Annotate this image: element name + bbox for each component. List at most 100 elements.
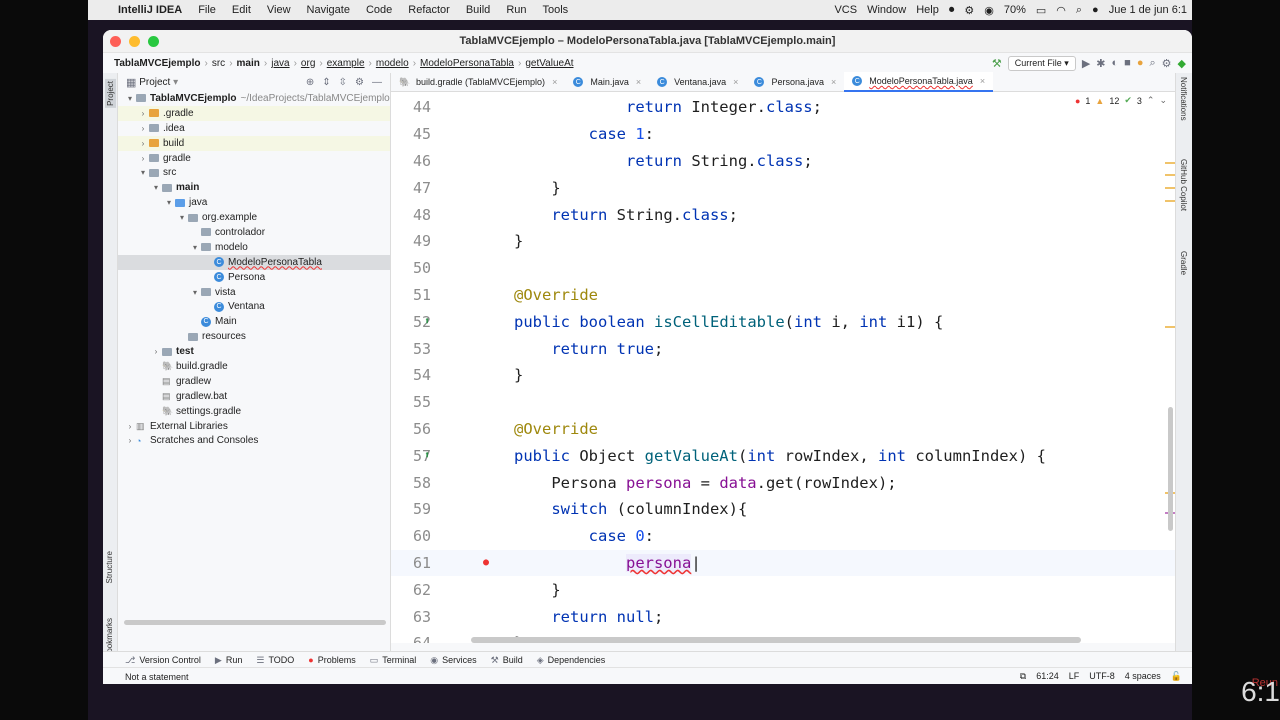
breadcrumb-src[interactable]: src: [209, 58, 228, 69]
line-number[interactable]: 61: [391, 554, 431, 572]
app-menu[interactable]: IntelliJ IDEA: [110, 4, 190, 16]
hide-panel-icon[interactable]: —: [372, 77, 382, 88]
menu-edit[interactable]: Edit: [224, 4, 259, 16]
tool-window-button[interactable]: ▶ Run: [215, 655, 242, 666]
chevron-down-icon[interactable]: ▾: [176, 213, 188, 222]
battery-icon[interactable]: ▭: [1031, 4, 1051, 17]
line-number[interactable]: 64: [391, 634, 431, 643]
line-number[interactable]: 47: [391, 179, 431, 197]
code-line[interactable]: 48 return String.class;: [391, 201, 1175, 228]
chevron-down-icon[interactable]: ▾: [189, 243, 201, 252]
tree-row[interactable]: › .gradle: [118, 105, 390, 121]
code-line[interactable]: 57 ⬆ public Object getValueAt(int rowIndex…: [391, 442, 1175, 469]
code-line[interactable]: 56 @Override: [391, 416, 1175, 443]
update-icon[interactable]: ●: [1137, 57, 1144, 69]
run-config-select[interactable]: Current File ▾: [1007, 55, 1076, 71]
code-line[interactable]: 44 return Integer.class;: [391, 94, 1175, 121]
line-number[interactable]: 48: [391, 206, 431, 224]
tool-window-button[interactable]: ◉ Services: [430, 655, 476, 666]
tree-row[interactable]: › ▥ External Libraries: [118, 419, 390, 434]
menu-window[interactable]: Window: [862, 4, 911, 16]
caret-position[interactable]: 61:24: [1036, 671, 1059, 682]
code-line[interactable]: 51 @Override: [391, 282, 1175, 309]
close-tab-icon[interactable]: ×: [636, 77, 641, 87]
breadcrumb-method[interactable]: getValueAt: [522, 58, 576, 69]
wifi-icon[interactable]: ◠: [1051, 4, 1071, 17]
tree-row[interactable]: › .idea: [118, 121, 390, 136]
breadcrumb-java[interactable]: java: [268, 58, 292, 69]
line-number[interactable]: 58: [391, 474, 431, 492]
tree-row[interactable]: ▾ main: [118, 180, 390, 195]
code-line[interactable]: 52 ⬆ public boolean isCellEditable(int i, …: [391, 308, 1175, 335]
code-editor[interactable]: 44 return Integer.class; 45 case 1: 46 ret…: [391, 92, 1175, 643]
line-number[interactable]: 53: [391, 340, 431, 358]
editor-tab[interactable]: C Main.java ×: [565, 73, 649, 91]
debug-icon[interactable]: ✱: [1096, 57, 1105, 70]
user-icon[interactable]: ◉: [979, 4, 999, 17]
menubar-clock[interactable]: Jue 1 de jun 6:1: [1104, 4, 1192, 16]
chevron-right-icon[interactable]: ›: [124, 436, 136, 445]
chevron-down-icon[interactable]: ▾: [163, 198, 175, 207]
close-tab-icon[interactable]: ×: [733, 77, 738, 87]
chevron-down-icon[interactable]: ▾: [124, 94, 136, 103]
menu-vcs[interactable]: VCS: [829, 4, 862, 16]
chevron-right-icon[interactable]: ›: [150, 347, 162, 356]
code-line[interactable]: 55: [391, 389, 1175, 416]
tree-row[interactable]: C ModeloPersonaTabla: [118, 254, 390, 270]
code-line[interactable]: 63 return null;: [391, 603, 1175, 630]
code-line[interactable]: 59 switch (columnIndex){: [391, 496, 1175, 523]
menu-code[interactable]: Code: [358, 4, 400, 16]
tree-row[interactable]: C Persona: [118, 270, 390, 285]
chevron-right-icon[interactable]: ›: [124, 422, 136, 431]
implements-gutter-icon[interactable]: ⬆: [424, 450, 430, 461]
tree-row[interactable]: › ◔ Scratches and Consoles: [118, 433, 390, 448]
tool-window-button[interactable]: ▭ Terminal: [370, 655, 417, 666]
line-number[interactable]: 46: [391, 152, 431, 170]
code-line[interactable]: 47 }: [391, 174, 1175, 201]
tree-row[interactable]: controlador: [118, 225, 390, 240]
implements-gutter-icon[interactable]: ⬆: [424, 316, 430, 327]
tree-row[interactable]: ▾ org.example: [118, 210, 390, 225]
code-line[interactable]: 54}: [391, 362, 1175, 389]
next-highlight-icon[interactable]: ⌄: [1159, 95, 1167, 106]
breadcrumb-modelo[interactable]: modelo: [373, 58, 412, 69]
chevron-down-icon[interactable]: ▾: [137, 168, 149, 177]
gradle-tool-button[interactable]: Gradle: [1179, 251, 1188, 275]
menu-refactor[interactable]: Refactor: [400, 4, 458, 16]
siri-icon[interactable]: ●: [1087, 4, 1104, 16]
code-line[interactable]: 60 case 0:: [391, 523, 1175, 550]
project-horizontal-scrollbar[interactable]: [124, 620, 386, 625]
breadcrumb-example[interactable]: example: [324, 58, 368, 69]
tree-row[interactable]: › build: [118, 135, 390, 151]
close-tab-icon[interactable]: ×: [980, 76, 985, 86]
prev-highlight-icon[interactable]: ⌃: [1147, 95, 1155, 106]
code-line[interactable]: 46 return String.class;: [391, 148, 1175, 175]
project-panel-title[interactable]: Project: [139, 77, 170, 88]
close-tab-icon[interactable]: ×: [831, 77, 836, 87]
tree-row[interactable]: C Main: [118, 314, 390, 329]
close-tab-icon[interactable]: ×: [552, 77, 557, 87]
chevron-right-icon[interactable]: ›: [137, 154, 149, 163]
scroll-marker[interactable]: [1165, 200, 1175, 202]
build-hammer-icon[interactable]: ⚒: [992, 57, 1002, 70]
tool-window-button[interactable]: ⎇ Version Control: [125, 655, 201, 666]
chevron-right-icon[interactable]: ›: [137, 109, 149, 118]
menu-build[interactable]: Build: [458, 4, 498, 16]
line-number[interactable]: 55: [391, 393, 431, 411]
editor-tab[interactable]: 🐘 build.gradle (TablaMVCEjemplo) ×: [391, 73, 565, 91]
chevron-right-icon[interactable]: ›: [137, 124, 149, 133]
chevron-right-icon[interactable]: ›: [137, 139, 149, 148]
line-number[interactable]: 56: [391, 420, 431, 438]
project-tool-button[interactable]: Project: [105, 79, 116, 108]
tree-row[interactable]: › test: [118, 344, 390, 359]
run-icon[interactable]: ▶: [1082, 57, 1090, 70]
stop-icon[interactable]: ■: [1124, 57, 1131, 69]
indent-setting[interactable]: 4 spaces: [1125, 671, 1161, 682]
breadcrumb-main[interactable]: main: [234, 58, 263, 69]
line-number[interactable]: 50: [391, 259, 431, 277]
line-separator[interactable]: LF: [1069, 671, 1080, 682]
memory-indicator-icon[interactable]: ⧉: [1020, 671, 1026, 682]
menu-view[interactable]: View: [259, 4, 299, 16]
control-center-icon[interactable]: ⚙: [959, 4, 979, 17]
menu-run[interactable]: Run: [498, 4, 534, 16]
